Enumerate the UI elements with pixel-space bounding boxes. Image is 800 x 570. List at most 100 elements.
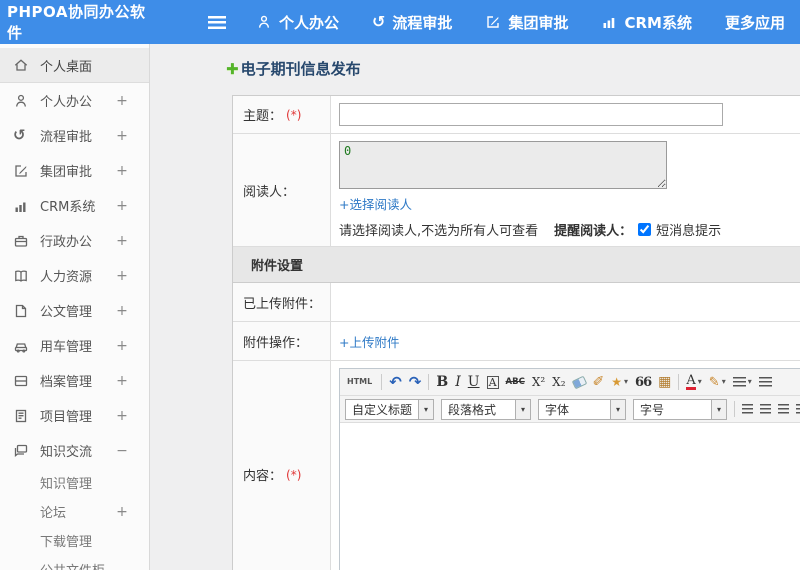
font-color-button[interactable]: A ▾ bbox=[686, 373, 702, 390]
menu-icon[interactable] bbox=[208, 15, 226, 29]
sidebar-item-personal-desktop[interactable]: 个人桌面 bbox=[0, 48, 149, 83]
sidebar-item-label: 个人办公 bbox=[40, 95, 93, 110]
font-color-icon: A bbox=[686, 373, 696, 390]
sidebar-item-crm-system[interactable]: CRM系统 + bbox=[0, 188, 149, 223]
upload-attachment-link[interactable]: +上传附件 bbox=[339, 332, 399, 351]
subject-row: 主题： (*) bbox=[233, 96, 800, 134]
subject-label: 主题： (*) bbox=[233, 96, 331, 133]
redo-button[interactable]: ↷ bbox=[409, 374, 422, 390]
strikethrough-button[interactable]: ABC bbox=[506, 378, 525, 387]
autotypeset-button[interactable]: ★ ▾ bbox=[611, 376, 628, 388]
car-icon bbox=[13, 338, 30, 354]
sidebar-item-project-management[interactable]: 项目管理 + bbox=[0, 398, 149, 433]
attachment-operation-row: 附件操作： +上传附件 bbox=[233, 322, 800, 361]
readers-textarea[interactable]: 0 bbox=[339, 141, 667, 189]
toolbar-separator bbox=[734, 401, 736, 417]
sidebar-item-workflow-approval[interactable]: ↺ 流程审批 + bbox=[0, 118, 149, 153]
align-center-button[interactable] bbox=[760, 404, 772, 414]
sidebar-item-document-management[interactable]: 公文管理 + bbox=[0, 293, 149, 328]
history-icon: ↺ bbox=[13, 126, 26, 144]
chevron-down-icon: ▾ bbox=[418, 399, 434, 419]
select-readers-link[interactable]: +选择阅读人 bbox=[339, 194, 412, 213]
sidebar-item-hr[interactable]: 人力资源 + bbox=[0, 258, 149, 293]
bold-button[interactable]: B bbox=[436, 375, 448, 389]
align-right-button[interactable] bbox=[778, 404, 790, 414]
superscript-button[interactable]: X² bbox=[532, 376, 545, 388]
sidebar-item-knowledge-exchange[interactable]: 知识交流 − bbox=[0, 433, 149, 468]
nav-workflow-approval[interactable]: ↺ 流程审批 bbox=[372, 12, 452, 33]
undo-button[interactable]: ↶ bbox=[389, 374, 402, 390]
align-right-icon bbox=[778, 404, 790, 414]
editor-content-area[interactable] bbox=[340, 423, 800, 570]
html-source-button[interactable]: HTML bbox=[345, 375, 374, 389]
eraser-icon[interactable] bbox=[571, 375, 587, 389]
highlight-button[interactable]: ✎ ▾ bbox=[709, 376, 726, 389]
custom-heading-select[interactable]: 自定义标题 ▾ bbox=[345, 398, 435, 420]
paste-button[interactable]: ▦ bbox=[658, 375, 671, 389]
field-label: 已上传附件： bbox=[243, 296, 322, 312]
sidebar-item-download-management[interactable]: 下载管理 bbox=[0, 526, 149, 555]
editor-toolbar-2: 自定义标题 ▾ 段落格式 ▾ 字体 ▾ 字号 ▾ bbox=[340, 396, 800, 423]
document-icon bbox=[13, 303, 30, 319]
align-left-button[interactable] bbox=[742, 404, 754, 414]
sidebar-item-public-file-cabinet[interactable]: 公共文件柜 bbox=[0, 555, 149, 570]
sidebar-item-admin-office[interactable]: 行政办公 + bbox=[0, 223, 149, 258]
nav-label: 流程审批 bbox=[392, 13, 453, 32]
nav-label: CRM系统 bbox=[624, 13, 692, 32]
sidebar-item-personal-office[interactable]: 个人办公 + bbox=[0, 83, 149, 118]
nav-crm-system[interactable]: CRM系统 bbox=[601, 12, 692, 33]
font-size-select[interactable]: 字号 ▾ bbox=[633, 398, 728, 420]
sidebar-item-group-approval[interactable]: 集团审批 + bbox=[0, 153, 149, 188]
top-nav: 个人办公 ↺ 流程审批 集团审批 CRM系统 更多应用 bbox=[256, 12, 800, 33]
person-icon bbox=[13, 93, 30, 109]
paragraph-format-select[interactable]: 段落格式 ▾ bbox=[441, 398, 532, 420]
subject-input[interactable] bbox=[339, 103, 723, 126]
field-label: 内容： bbox=[243, 469, 283, 484]
note-text: 请选择阅读人,不选为所有人可查看 bbox=[339, 224, 539, 239]
expand-indicator: + bbox=[116, 267, 128, 284]
subscript-button[interactable]: X₂ bbox=[552, 376, 565, 388]
font-family-select[interactable]: 字体 ▾ bbox=[538, 398, 627, 420]
chevron-down-icon: ▾ bbox=[624, 377, 629, 386]
top-header: PHPOA协同办公软件 个人办公 ↺ 流程审批 集团审批 CRM系统 更多应用 bbox=[0, 0, 800, 44]
nav-personal-office[interactable]: 个人办公 bbox=[256, 12, 339, 33]
toolbar-separator bbox=[678, 374, 680, 390]
sidebar-item-forum[interactable]: 论坛 + bbox=[0, 497, 149, 526]
format-brush-button[interactable]: ✐ bbox=[593, 375, 605, 389]
unordered-list-button[interactable] bbox=[758, 377, 772, 387]
collapse-indicator: − bbox=[116, 442, 128, 459]
main-content: ✚ 电子期刊信息发布 主题： (*) 阅读人： 0 +选择阅读人 请选择阅读人,… bbox=[150, 44, 800, 570]
sidebar-item-knowledge-management[interactable]: 知识管理 bbox=[0, 468, 149, 497]
sidebar-item-label: 集团审批 bbox=[40, 165, 93, 180]
select-value: 自定义标题 bbox=[352, 402, 413, 417]
sms-notify-checkbox[interactable] bbox=[638, 223, 652, 236]
expand-indicator: + bbox=[116, 503, 128, 520]
underline-button[interactable]: U bbox=[468, 375, 480, 389]
sidebar-item-label: 公共文件柜 bbox=[40, 560, 149, 570]
select-value: 段落格式 bbox=[448, 402, 497, 417]
font-border-button[interactable]: A bbox=[486, 375, 499, 389]
expand-indicator: + bbox=[116, 197, 128, 214]
app-window: PHPOA协同办公软件 个人办公 ↺ 流程审批 集团审批 CRM系统 更多应用 … bbox=[0, 0, 800, 570]
sidebar-item-label: 公文管理 bbox=[40, 305, 93, 320]
expand-indicator: + bbox=[116, 162, 128, 179]
nav-more-apps[interactable]: 更多应用 bbox=[725, 12, 785, 33]
italic-button[interactable]: I bbox=[455, 375, 461, 389]
sidebar-item-label: 下载管理 bbox=[40, 535, 93, 550]
chevron-down-icon: ▾ bbox=[711, 399, 727, 419]
expand-indicator: + bbox=[116, 372, 128, 389]
sidebar-item-archive-management[interactable]: 档案管理 + bbox=[0, 363, 149, 398]
justify-button[interactable] bbox=[796, 404, 800, 414]
chevron-down-icon: ▾ bbox=[697, 377, 702, 386]
ordered-list-button[interactable]: ▾ bbox=[732, 377, 752, 387]
app-title: PHPOA协同办公软件 bbox=[7, 3, 146, 42]
blockquote-button[interactable]: 66 bbox=[635, 376, 652, 389]
nav-group-approval[interactable]: 集团审批 bbox=[485, 12, 568, 33]
sms-notify-label: 短消息提示 bbox=[656, 224, 722, 239]
nav-label: 集团审批 bbox=[508, 13, 569, 32]
select-value: 字体 bbox=[545, 402, 570, 417]
sidebar-item-vehicle-management[interactable]: 用车管理 + bbox=[0, 328, 149, 363]
briefcase-icon bbox=[13, 233, 30, 249]
uploaded-value bbox=[331, 283, 800, 321]
unordered-list-icon bbox=[758, 377, 772, 387]
